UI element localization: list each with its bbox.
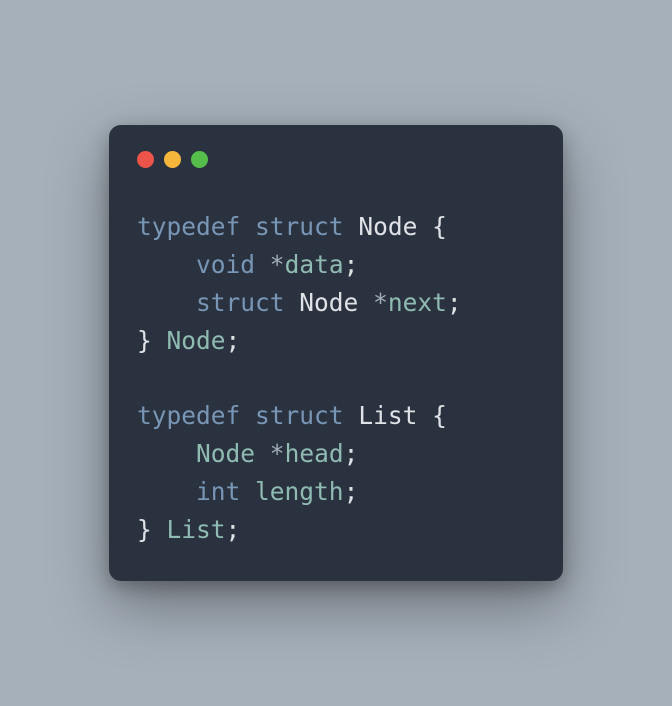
code-token: void — [196, 250, 255, 279]
code-token — [240, 477, 255, 506]
code-token: Node — [299, 288, 358, 317]
code-token: ; — [344, 439, 359, 468]
code-token: struct — [255, 401, 344, 430]
code-token: typedef — [137, 401, 240, 430]
code-token — [240, 401, 255, 430]
code-window: typedef struct Node { void *data; struct… — [109, 125, 563, 582]
code-token: } — [137, 326, 167, 355]
code-token — [137, 250, 196, 279]
code-token — [285, 288, 300, 317]
code-token: * — [373, 288, 388, 317]
code-token: head — [285, 439, 344, 468]
code-token: Node — [167, 326, 226, 355]
code-token: length — [255, 477, 344, 506]
code-token: int — [196, 477, 240, 506]
code-token: * — [270, 250, 285, 279]
code-token: Node — [196, 439, 255, 468]
code-token: { — [417, 212, 447, 241]
zoom-icon[interactable] — [191, 151, 208, 168]
code-token — [255, 250, 270, 279]
code-token — [255, 439, 270, 468]
code-token — [137, 439, 196, 468]
code-token: { — [417, 401, 447, 430]
code-token: next — [388, 288, 447, 317]
code-token: ; — [344, 250, 359, 279]
code-token: } — [137, 515, 167, 544]
code-token: typedef — [137, 212, 240, 241]
code-token — [137, 477, 196, 506]
page-background: typedef struct Node { void *data; struct… — [0, 0, 672, 706]
code-token — [344, 212, 359, 241]
code-token: struct — [255, 212, 344, 241]
code-token: ; — [447, 288, 462, 317]
code-token — [240, 212, 255, 241]
code-token — [137, 288, 196, 317]
code-token: Node — [358, 212, 417, 241]
code-token: List — [358, 401, 417, 430]
window-titlebar — [137, 151, 535, 168]
code-token: * — [270, 439, 285, 468]
code-token: ; — [344, 477, 359, 506]
code-token: data — [285, 250, 344, 279]
code-token: List — [167, 515, 226, 544]
code-token: struct — [196, 288, 285, 317]
code-token — [344, 401, 359, 430]
code-token: ; — [226, 515, 241, 544]
close-icon[interactable] — [137, 151, 154, 168]
code-token: ; — [226, 326, 241, 355]
minimize-icon[interactable] — [164, 151, 181, 168]
code-block: typedef struct Node { void *data; struct… — [137, 208, 535, 550]
code-token — [358, 288, 373, 317]
